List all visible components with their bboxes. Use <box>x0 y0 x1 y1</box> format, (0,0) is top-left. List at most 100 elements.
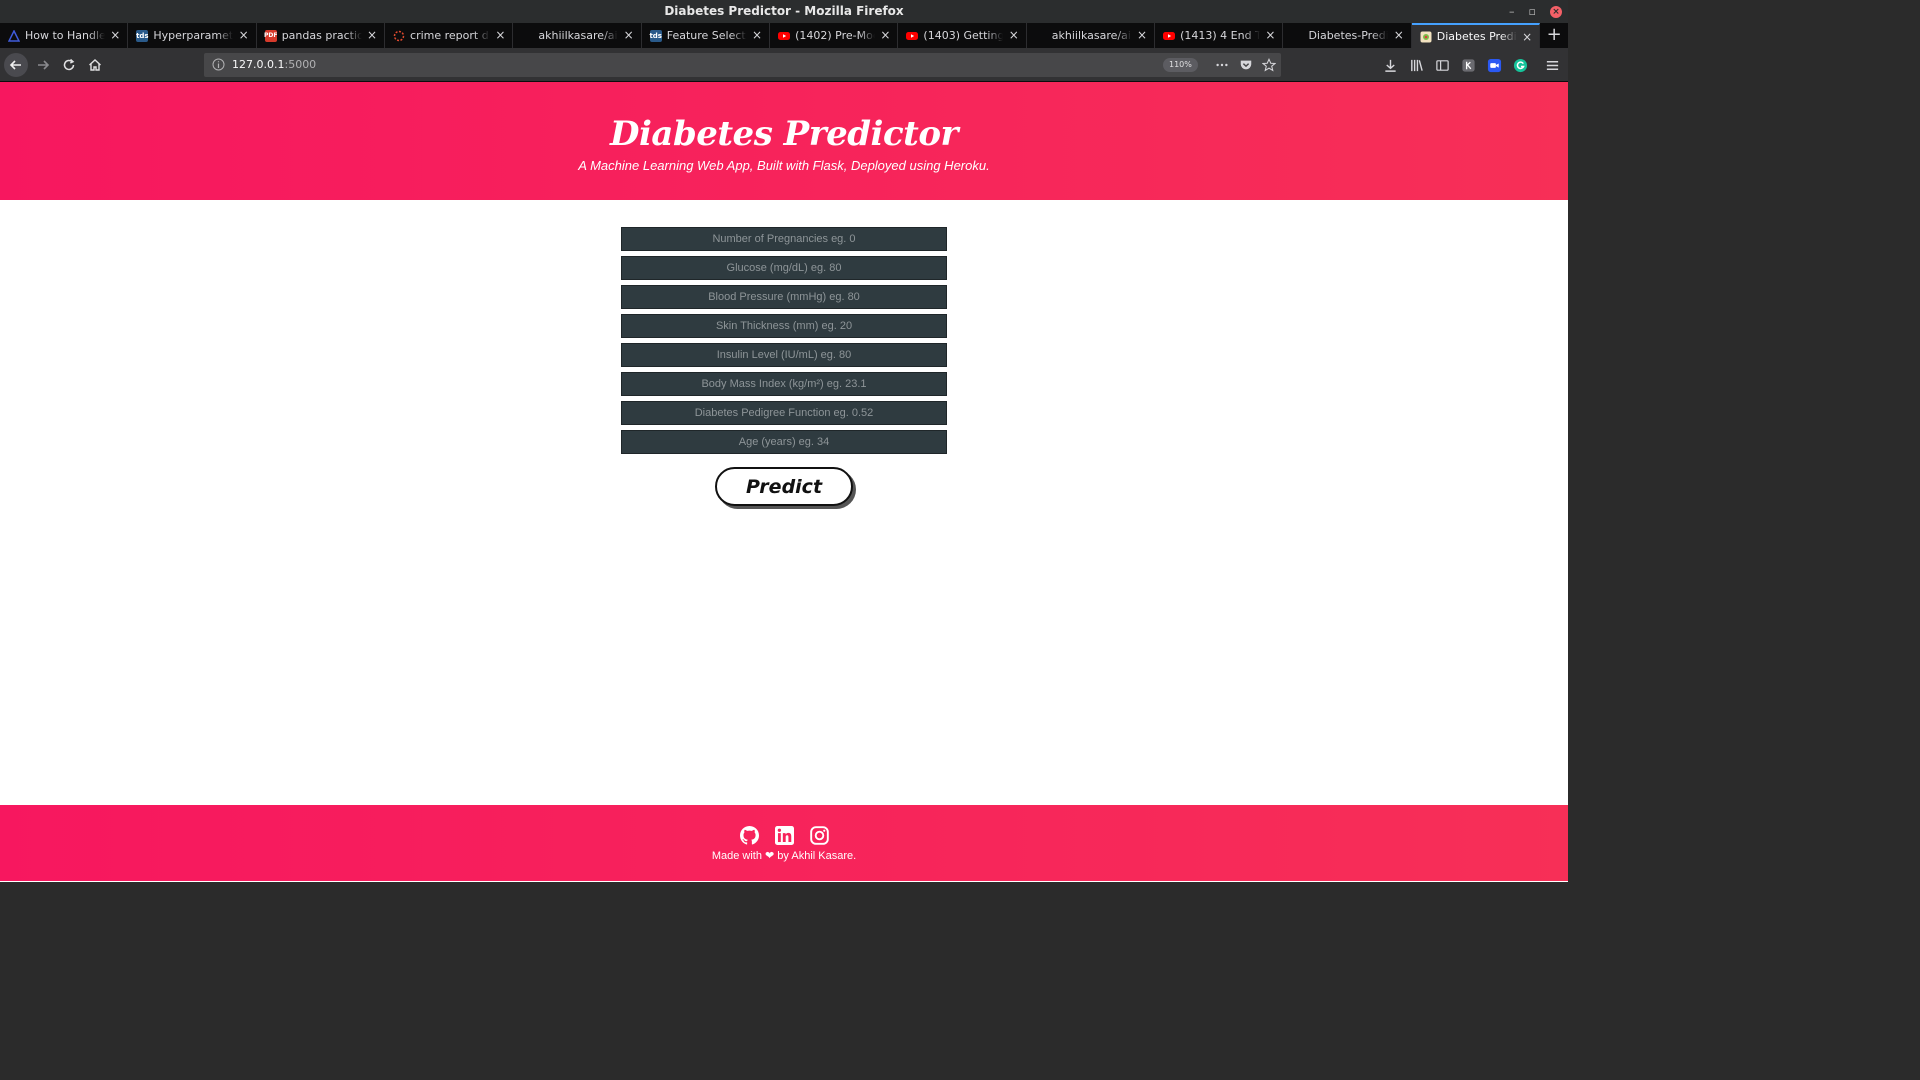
tab[interactable]: (1403) Getting St × <box>898 23 1027 48</box>
tab-label: akhiilkasare/air-q <box>538 29 618 42</box>
back-button[interactable] <box>4 53 28 77</box>
tab-close-icon[interactable]: × <box>1394 28 1404 42</box>
age-input[interactable] <box>621 430 947 454</box>
tds-icon: tds <box>136 29 149 42</box>
forward-button[interactable] <box>32 54 54 76</box>
tab-label: crime report data <box>410 29 490 42</box>
tab-close-icon[interactable]: × <box>239 28 249 42</box>
tab-label: Diabetes-Predicto <box>1308 29 1389 42</box>
tab-close-icon[interactable]: × <box>110 28 120 42</box>
url-host: 127.0.0.1 <box>232 58 285 71</box>
page-actions-icon[interactable] <box>1214 57 1230 73</box>
tab[interactable]: tds Feature Selection × <box>642 23 771 48</box>
tab-strip: How to Handle Im × tds Hyperparameter × … <box>0 23 1568 48</box>
address-bar[interactable]: 127.0.0.1:5000 110% <box>204 53 1281 77</box>
skin-thickness-input[interactable] <box>621 314 947 338</box>
tab[interactable]: akhiilkasare/air-q × <box>513 23 642 48</box>
forward-arrow-icon <box>38 60 50 70</box>
linkedin-icon[interactable] <box>775 826 794 845</box>
reload-button[interactable] <box>58 54 80 76</box>
header-banner: Diabetes Predictor A Machine Learning We… <box>0 82 1568 200</box>
youtube-icon <box>778 30 791 42</box>
window-title: Diabetes Predictor - Mozilla Firefox <box>664 4 904 18</box>
url-port: :5000 <box>284 58 317 71</box>
downloads-icon[interactable] <box>1381 56 1399 74</box>
blood-pressure-input[interactable] <box>621 285 947 309</box>
tab-close-icon[interactable]: × <box>1522 30 1532 44</box>
web-page: Diabetes Predictor A Machine Learning We… <box>0 82 1568 882</box>
new-tab-button[interactable]: + <box>1540 23 1568 48</box>
tab-active[interactable]: Diabetes Predicto × <box>1411 23 1541 48</box>
tab[interactable]: akhiilkasare/air-q × <box>1027 23 1156 48</box>
youtube-icon <box>906 30 919 42</box>
home-button[interactable] <box>84 54 106 76</box>
github-icon[interactable] <box>740 826 759 845</box>
tab-close-icon[interactable]: × <box>1265 28 1275 42</box>
tab[interactable]: PDF pandas practice f × <box>257 23 386 48</box>
sidebar-toggle-icon[interactable] <box>1433 56 1451 74</box>
bmi-input[interactable] <box>621 372 947 396</box>
youtube-icon <box>1163 30 1176 42</box>
tab-label: pandas practice f <box>281 29 362 42</box>
app-icon <box>1420 31 1432 43</box>
page-title: Diabetes Predictor <box>610 114 958 154</box>
window-titlebar: Diabetes Predictor - Mozilla Firefox – ▫… <box>0 0 1568 23</box>
tab-close-icon[interactable]: × <box>752 28 762 42</box>
close-window-button[interactable]: × <box>1550 5 1562 18</box>
extension-icon[interactable] <box>1459 56 1477 74</box>
tab[interactable]: crime report data × <box>385 23 514 48</box>
home-icon <box>89 59 101 71</box>
predict-button[interactable]: Predict <box>715 467 853 506</box>
tab-close-icon[interactable]: × <box>495 28 505 42</box>
grammarly-icon[interactable] <box>1511 56 1529 74</box>
bookmark-star-icon[interactable] <box>1261 57 1277 73</box>
tab-close-icon[interactable]: × <box>1137 28 1147 42</box>
glucose-input[interactable] <box>621 256 947 280</box>
url-text[interactable]: 127.0.0.1:5000 <box>232 53 316 77</box>
restore-button[interactable]: ▫ <box>1529 0 1536 23</box>
back-arrow-icon <box>9 60 21 70</box>
pregnancies-input[interactable] <box>621 227 947 251</box>
navigation-toolbar: 127.0.0.1:5000 110% <box>0 48 1568 82</box>
tab-label: (1413) 4 End To E <box>1180 29 1260 42</box>
pocket-icon[interactable] <box>1238 57 1254 73</box>
tab-label: akhiilkasare/air-q <box>1051 29 1132 42</box>
menu-icon[interactable] <box>1543 56 1561 74</box>
github-icon <box>1291 30 1303 42</box>
tab-label: Hyperparameter <box>153 29 234 42</box>
tab-close-icon[interactable]: × <box>1009 28 1019 42</box>
prediction-form <box>621 227 947 459</box>
tab-close-icon[interactable]: × <box>367 28 377 42</box>
tab[interactable]: (1413) 4 End To E × <box>1155 23 1284 48</box>
reload-icon <box>63 58 75 71</box>
tab[interactable]: Diabetes-Predicto × <box>1283 23 1412 48</box>
info-icon[interactable] <box>212 58 225 71</box>
triangle-icon <box>8 29 20 42</box>
github-icon <box>1035 30 1047 42</box>
window-controls: – ▫ × <box>1509 0 1562 23</box>
tab-label: Feature Selection <box>666 29 747 42</box>
github-icon <box>521 30 533 42</box>
insulin-input[interactable] <box>621 343 947 367</box>
minimize-button[interactable]: – <box>1509 0 1515 23</box>
tab-label: Diabetes Predicto <box>1436 30 1517 43</box>
instagram-icon[interactable] <box>810 826 829 845</box>
tab-close-icon[interactable]: × <box>624 28 634 42</box>
social-links <box>740 826 829 845</box>
ring-icon <box>393 30 405 42</box>
pedigree-function-input[interactable] <box>621 401 947 425</box>
tab-label: (1403) Getting St <box>923 29 1004 42</box>
tab[interactable]: How to Handle Im × <box>0 23 129 48</box>
pdf-icon: PDF <box>264 29 277 42</box>
tab-label: (1402) Pre-Mode <box>795 29 875 42</box>
tab-close-icon[interactable]: × <box>880 28 890 42</box>
footer-credit: Made with ❤ by Akhil Kasare. <box>711 850 857 862</box>
zoom-level-badge[interactable]: 110% <box>1163 58 1198 72</box>
footer: Made with ❤ by Akhil Kasare. <box>0 805 1568 881</box>
tds-icon: tds <box>649 29 662 42</box>
video-extension-icon[interactable] <box>1485 56 1503 74</box>
page-subtitle: A Machine Learning Web App, Built with F… <box>578 158 990 173</box>
tab[interactable]: (1402) Pre-Mode × <box>770 23 899 48</box>
library-icon[interactable] <box>1407 56 1425 74</box>
tab[interactable]: tds Hyperparameter × <box>128 23 257 48</box>
